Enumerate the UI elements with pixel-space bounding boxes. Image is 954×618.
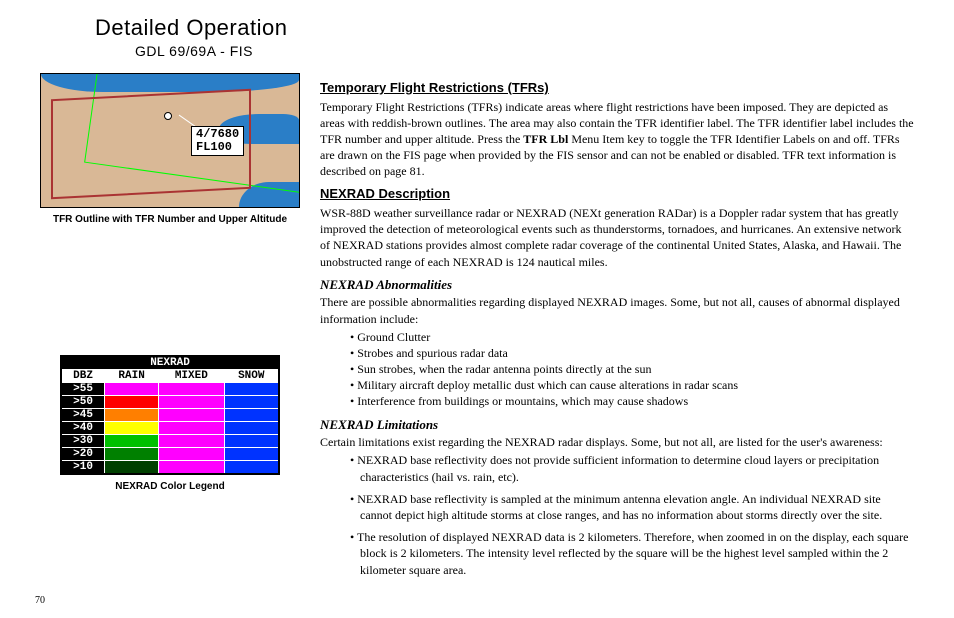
dbz-cell: >20 [61, 448, 105, 461]
table-row: >55 [61, 383, 279, 396]
tfr-map-figure: 4/7680 FL100 [40, 73, 300, 208]
rain-color-cell [105, 383, 159, 396]
tfr-anchor-dot [164, 112, 172, 120]
rain-color-cell [105, 461, 159, 475]
tfr-id: 4/7680 [196, 127, 239, 141]
mixed-color-cell [159, 422, 224, 435]
page-subtitle: GDL 69/69A - FIS [135, 43, 914, 59]
subheading-limitations: NEXRAD Limitations [320, 416, 914, 434]
list-item: Military aircraft deploy metallic dust w… [350, 377, 914, 393]
list-item: Interference from buildings or mountains… [350, 393, 914, 409]
dbz-cell: >10 [61, 461, 105, 475]
list-item: Sun strobes, when the radar antenna poin… [350, 361, 914, 377]
nexrad-rows: >55>50>45>40>30>20>10 [61, 383, 279, 475]
rain-color-cell [105, 448, 159, 461]
list-item: Ground Clutter [350, 329, 914, 345]
tfr-figure-caption: TFR Outline with TFR Number and Upper Al… [40, 214, 300, 225]
list-item: NEXRAD base reflectivity does not provid… [350, 452, 914, 484]
table-row: >30 [61, 435, 279, 448]
dbz-cell: >50 [61, 396, 105, 409]
dbz-cell: >45 [61, 409, 105, 422]
dbz-cell: >40 [61, 422, 105, 435]
snow-color-cell [224, 422, 279, 435]
col-header: RAIN [105, 370, 159, 383]
nexrad-figure-caption: NEXRAD Color Legend [60, 481, 280, 492]
rain-color-cell [105, 396, 159, 409]
right-column: Temporary Flight Restrictions (TFRs) Tem… [320, 73, 914, 580]
table-row: >20 [61, 448, 279, 461]
table-row: >10 [61, 461, 279, 475]
menu-key-label: TFR Lbl [523, 132, 568, 146]
mixed-color-cell [159, 448, 224, 461]
two-column-layout: 4/7680 FL100 TFR Outline with TFR Number… [40, 73, 914, 580]
mixed-color-cell [159, 461, 224, 475]
page-number: 70 [35, 595, 45, 606]
snow-color-cell [224, 396, 279, 409]
col-header: SNOW [224, 370, 279, 383]
col-header: DBZ [61, 370, 105, 383]
rain-color-cell [105, 435, 159, 448]
col-header: MIXED [159, 370, 224, 383]
mixed-color-cell [159, 435, 224, 448]
page-header: Detailed Operation GDL 69/69A - FIS [95, 15, 914, 59]
nexrad-color-legend-table: NEXRAD DBZ RAIN MIXED SNOW >55>50>45>40>… [60, 355, 280, 475]
snow-color-cell [224, 435, 279, 448]
list-item: The resolution of displayed NEXRAD data … [350, 529, 914, 578]
abnormalities-intro: There are possible abnormalities regardi… [320, 294, 914, 326]
limitations-intro: Certain limitations exist regarding the … [320, 434, 914, 450]
nexrad-table-title: NEXRAD [61, 356, 279, 370]
list-item: NEXRAD base reflectivity is sampled at t… [350, 491, 914, 523]
section-heading-tfr: Temporary Flight Restrictions (TFRs) [320, 79, 914, 97]
table-row: >45 [61, 409, 279, 422]
snow-color-cell [224, 461, 279, 475]
abnormalities-list: Ground Clutter Strobes and spurious rada… [350, 329, 914, 410]
mixed-color-cell [159, 383, 224, 396]
snow-color-cell [224, 383, 279, 396]
table-row: >50 [61, 396, 279, 409]
nexrad-legend-figure: NEXRAD DBZ RAIN MIXED SNOW >55>50>45>40>… [60, 355, 280, 492]
snow-color-cell [224, 448, 279, 461]
subheading-abnormalities: NEXRAD Abnormalities [320, 276, 914, 294]
rain-color-cell [105, 422, 159, 435]
list-item: Strobes and spurious radar data [350, 345, 914, 361]
section-heading-nexrad-desc: NEXRAD Description [320, 185, 914, 203]
snow-color-cell [224, 409, 279, 422]
dbz-cell: >30 [61, 435, 105, 448]
tfr-altitude: FL100 [196, 140, 232, 154]
nexrad-desc-paragraph: WSR-88D weather surveillance radar or NE… [320, 205, 914, 270]
tfr-label-box: 4/7680 FL100 [191, 126, 244, 156]
limitations-list: NEXRAD base reflectivity does not provid… [350, 452, 914, 577]
left-column: 4/7680 FL100 TFR Outline with TFR Number… [40, 73, 300, 580]
table-row: >40 [61, 422, 279, 435]
dbz-cell: >55 [61, 383, 105, 396]
tfr-paragraph: Temporary Flight Restrictions (TFRs) ind… [320, 99, 914, 180]
page-title: Detailed Operation [95, 15, 914, 41]
rain-color-cell [105, 409, 159, 422]
mixed-color-cell [159, 409, 224, 422]
mixed-color-cell [159, 396, 224, 409]
